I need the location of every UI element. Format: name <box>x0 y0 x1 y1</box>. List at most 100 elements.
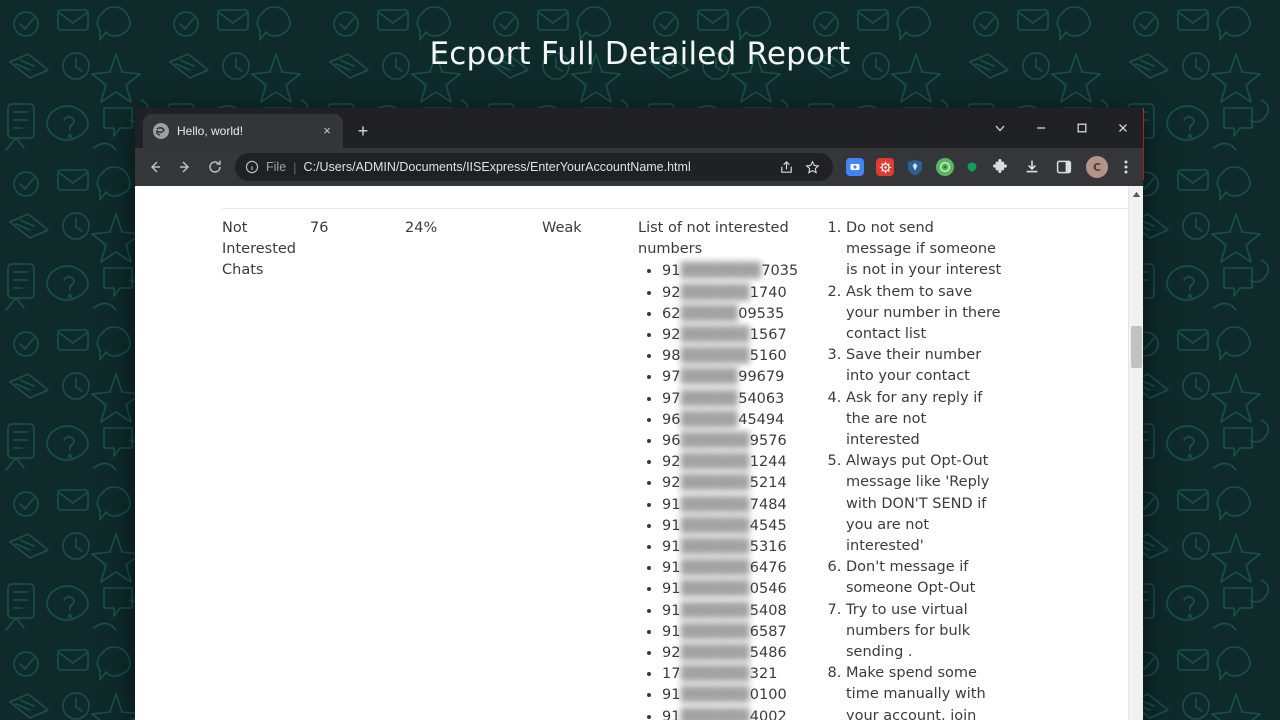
scroll-up-arrow-icon[interactable] <box>1129 186 1143 202</box>
tip-item: Save their number into your contact <box>846 345 1003 387</box>
list-item: 17██████321 <box>662 664 823 685</box>
tips-list: Do not send message if someone is not in… <box>823 218 1003 720</box>
number-prefix: 92 <box>662 454 680 470</box>
list-item: 96█████45494 <box>662 410 823 431</box>
green-circle-extension-icon[interactable] <box>936 158 954 176</box>
target-extension-icon[interactable] <box>876 158 894 176</box>
number-masked-digits: █████ <box>680 410 738 431</box>
share-icon[interactable] <box>775 156 797 178</box>
list-item: 92██████1740 <box>662 283 823 304</box>
side-panel-icon[interactable] <box>1051 154 1077 180</box>
number-masked-digits: ██████ <box>680 516 749 537</box>
number-prefix: 92 <box>662 645 680 661</box>
number-masked-digits: ██████ <box>680 283 749 304</box>
list-item: 91██████6476 <box>662 558 823 579</box>
number-prefix: 91 <box>662 687 680 703</box>
number-suffix: 1740 <box>750 285 787 301</box>
metric-count: 76 <box>310 218 405 720</box>
shield-extension-icon[interactable] <box>906 158 924 176</box>
minimize-icon[interactable] <box>1020 108 1061 148</box>
list-item: 92██████5486 <box>662 643 823 664</box>
omnibox-actions <box>767 156 823 178</box>
number-masked-digits: ██████ <box>680 537 749 558</box>
number-prefix: 91 <box>662 581 680 597</box>
number-suffix: 7484 <box>750 497 787 513</box>
tab-strip: Hello, world! × + <box>135 108 1143 148</box>
number-suffix: 321 <box>750 666 778 682</box>
tip-item: Do not send message if someone is not in… <box>846 218 1003 282</box>
table-top-border <box>222 208 1128 209</box>
three-dot-menu-icon[interactable] <box>1117 154 1135 180</box>
back-arrow-icon[interactable] <box>141 153 169 181</box>
number-suffix: 54063 <box>738 391 784 407</box>
number-masked-digits: ███████ <box>680 261 761 282</box>
url-text[interactable]: C:/Users/ADMIN/Documents/IISExpress/Ente… <box>304 160 691 174</box>
list-item: 92██████1567 <box>662 325 823 346</box>
desktop-background: Ecport Full Detailed Report Hello, world… <box>0 0 1280 720</box>
list-item: 97█████99679 <box>662 367 823 388</box>
list-item: 91██████5408 <box>662 601 823 622</box>
number-suffix: 5214 <box>750 475 787 491</box>
number-suffix: 99679 <box>738 369 784 385</box>
number-suffix: 5408 <box>750 603 787 619</box>
number-suffix: 4545 <box>750 518 787 534</box>
browser-window: Hello, world! × + <box>135 108 1143 720</box>
metric-percentage: 24% <box>405 218 542 720</box>
list-item: 97█████54063 <box>662 389 823 410</box>
number-prefix: 91 <box>662 518 680 534</box>
new-tab-button[interactable]: + <box>349 117 377 145</box>
address-bar[interactable]: File | C:/Users/ADMIN/Documents/IISExpre… <box>235 153 833 181</box>
avatar[interactable]: C <box>1086 156 1108 178</box>
globe-icon <box>153 123 169 139</box>
small-green-dot-extension-icon[interactable] <box>966 158 978 176</box>
list-item: 91██████0100 <box>662 685 823 706</box>
close-window-icon[interactable] <box>1102 108 1143 148</box>
number-suffix: 4002 <box>750 709 787 720</box>
number-prefix: 92 <box>662 327 680 343</box>
list-item: 91██████5316 <box>662 537 823 558</box>
number-prefix: 97 <box>662 369 680 385</box>
tip-item: Ask them to save your number in there co… <box>846 282 1003 346</box>
number-suffix: 5486 <box>750 645 787 661</box>
number-suffix: 0546 <box>750 581 787 597</box>
page-scrollbar[interactable] <box>1128 186 1143 720</box>
list-item: 96██████9576 <box>662 431 823 452</box>
maximize-icon[interactable] <box>1061 108 1102 148</box>
number-suffix: 0100 <box>750 687 787 703</box>
number-suffix: 5160 <box>750 348 787 364</box>
numbers-column: List of not interested numbers 91███████… <box>638 218 823 720</box>
list-item: 91██████4002 <box>662 707 823 720</box>
list-item: 92██████1244 <box>662 452 823 473</box>
omnibox-separator: | <box>293 160 296 175</box>
number-masked-digits: █████ <box>680 389 738 410</box>
number-prefix: 91 <box>662 497 680 513</box>
page-viewport: Not Interested Chats 76 24% Weak List of… <box>135 186 1143 720</box>
number-prefix: 91 <box>662 603 680 619</box>
download-icon[interactable] <box>1019 154 1045 180</box>
browser-tab[interactable]: Hello, world! × <box>143 114 343 148</box>
list-item: 98██████5160 <box>662 346 823 367</box>
close-icon[interactable]: × <box>319 123 335 139</box>
number-prefix: 96 <box>662 433 680 449</box>
list-item: 91██████0546 <box>662 579 823 600</box>
tab-title: Hello, world! <box>177 124 311 138</box>
scrollbar-thumb[interactable] <box>1131 326 1142 368</box>
tip-item: Ask for any reply if the are not interes… <box>846 388 1003 452</box>
list-item: 91██████7484 <box>662 495 823 516</box>
video-extension-icon[interactable] <box>846 158 864 176</box>
number-suffix: 7035 <box>761 263 798 279</box>
tip-item: Try to use virtual numbers for bulk send… <box>846 600 1003 664</box>
metric-label: Not Interested Chats <box>222 218 310 720</box>
list-item: 91██████4545 <box>662 516 823 537</box>
reload-icon[interactable] <box>201 153 229 181</box>
forward-arrow-icon[interactable] <box>171 153 199 181</box>
info-circle-icon[interactable] <box>245 160 259 174</box>
star-icon[interactable] <box>801 156 823 178</box>
number-prefix: 91 <box>662 263 680 279</box>
tips-column: Do not send message if someone is not in… <box>823 218 1003 720</box>
number-prefix: 62 <box>662 306 680 322</box>
puzzle-piece-icon[interactable] <box>987 154 1013 180</box>
numbers-list: 91███████703592██████174062█████0953592█… <box>638 261 823 720</box>
metric-rating: Weak <box>542 218 638 720</box>
chevron-down-icon[interactable] <box>979 108 1020 148</box>
